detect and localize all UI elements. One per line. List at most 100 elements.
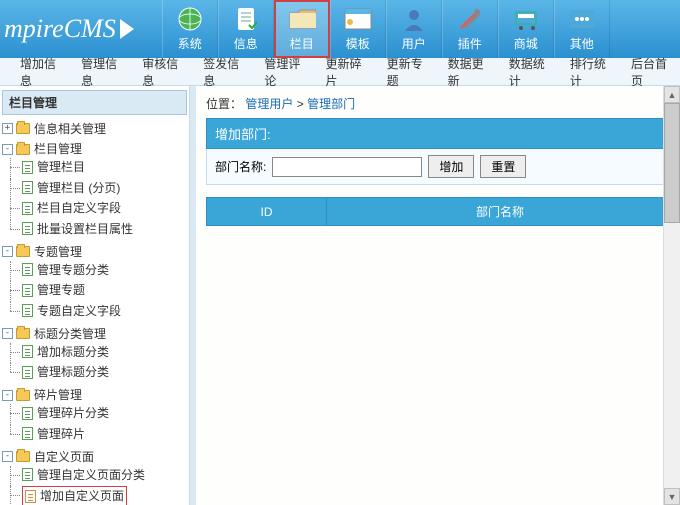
subnav-link[interactable]: 更新碎片 bbox=[325, 55, 362, 89]
folder-icon bbox=[16, 328, 30, 339]
toggle-icon[interactable]: + bbox=[2, 123, 13, 134]
doc-icon bbox=[22, 366, 33, 379]
tree-node[interactable]: 管理栏目 bbox=[22, 158, 85, 176]
add-button[interactable]: 增加 bbox=[428, 155, 474, 178]
main-area: 栏目管理 +信息相关管理 -栏目管理管理栏目管理栏目 (分页) 栏目自定义字段批量设… bbox=[0, 86, 680, 505]
subnav-link[interactable]: 审核信息 bbox=[142, 55, 179, 89]
toggle-icon[interactable]: - bbox=[2, 451, 13, 462]
content-pane: 位置： 管理用户 > 管理部门 增加部门: 部门名称: 增加 重置 ID 部门名… bbox=[196, 86, 680, 505]
form-label: 部门名称: bbox=[215, 158, 266, 175]
subnav-link[interactable]: 签发信息 bbox=[203, 55, 240, 89]
tree-node[interactable]: 管理专题 bbox=[22, 281, 85, 299]
doc-icon bbox=[22, 345, 33, 358]
user-icon bbox=[400, 7, 428, 31]
breadcrumb-prefix: 位置： bbox=[206, 97, 242, 111]
tree-title: 栏目管理 bbox=[2, 90, 187, 115]
subnav-link[interactable]: 后台首页 bbox=[631, 55, 668, 89]
subnav-link[interactable]: 管理信息 bbox=[81, 55, 118, 89]
breadcrumb: 位置： 管理用户 > 管理部门 bbox=[206, 92, 674, 118]
logo-arrow-icon bbox=[120, 19, 134, 39]
tree-node[interactable]: -栏目管理 bbox=[2, 140, 82, 158]
nav-item-more[interactable]: 其他 bbox=[554, 0, 610, 58]
tree-node[interactable]: 专题自定义字段 bbox=[22, 302, 121, 320]
nav-item-window[interactable]: 模板 bbox=[330, 0, 386, 58]
tree-node[interactable]: +信息相关管理 bbox=[2, 120, 106, 138]
tree: +信息相关管理 -栏目管理管理栏目管理栏目 (分页) 栏目自定义字段批量设置栏目属性… bbox=[2, 117, 187, 505]
vertical-scrollbar[interactable]: ▲ ▼ bbox=[663, 86, 680, 505]
tree-node[interactable]: -自定义页面 bbox=[2, 448, 94, 466]
tree-node[interactable]: -碎片管理 bbox=[2, 386, 82, 404]
toggle-icon[interactable]: - bbox=[2, 246, 13, 257]
breadcrumb-link-users[interactable]: 管理用户 bbox=[245, 97, 293, 111]
doc-icon bbox=[22, 304, 33, 317]
nav-item-cart[interactable]: 商城 bbox=[498, 0, 554, 58]
globe-icon bbox=[176, 7, 204, 31]
folder-icon bbox=[288, 7, 316, 31]
doc-icon bbox=[22, 263, 33, 276]
folder-icon bbox=[16, 144, 30, 155]
tree-node[interactable]: 栏目自定义字段 bbox=[22, 199, 121, 217]
doc-icon bbox=[232, 7, 260, 31]
main-nav: 系统信息栏目模板用户插件商城其他 bbox=[162, 0, 610, 58]
doc-icon bbox=[22, 284, 33, 297]
toggle-icon[interactable]: - bbox=[2, 328, 13, 339]
doc-icon bbox=[22, 202, 33, 215]
folder-icon bbox=[16, 246, 30, 257]
folder-icon bbox=[16, 390, 30, 401]
subnav-link[interactable]: 数据更新 bbox=[448, 55, 485, 89]
subnav-link[interactable]: 增加信息 bbox=[20, 55, 57, 89]
panel-header: 增加部门: bbox=[206, 118, 674, 149]
cart-icon bbox=[512, 7, 540, 31]
doc-icon bbox=[22, 161, 33, 174]
sidebar: 栏目管理 +信息相关管理 -栏目管理管理栏目管理栏目 (分页) 栏目自定义字段批量设… bbox=[0, 86, 190, 505]
subnav-link[interactable]: 管理评论 bbox=[264, 55, 301, 89]
toggle-icon[interactable]: - bbox=[2, 144, 13, 155]
tree-node[interactable]: 管理碎片 bbox=[22, 425, 85, 443]
form-row: 部门名称: 增加 重置 bbox=[206, 149, 674, 185]
scrollbar-thumb[interactable] bbox=[664, 103, 680, 223]
nav-item-folder[interactable]: 栏目 bbox=[274, 0, 330, 58]
tree-node[interactable]: 管理碎片分类 bbox=[22, 404, 109, 422]
nav-item-user[interactable]: 用户 bbox=[386, 0, 442, 58]
more-icon bbox=[568, 7, 596, 31]
doc-icon bbox=[22, 407, 33, 420]
nav-item-globe[interactable]: 系统 bbox=[162, 0, 218, 58]
dept-name-input[interactable] bbox=[272, 157, 422, 177]
scroll-down-button[interactable]: ▼ bbox=[664, 488, 680, 505]
nav-item-tools[interactable]: 插件 bbox=[442, 0, 498, 58]
doc-icon bbox=[22, 181, 33, 194]
doc-icon bbox=[22, 468, 33, 481]
tree-node[interactable]: -专题管理 bbox=[2, 243, 82, 261]
folder-icon bbox=[16, 123, 30, 134]
tools-icon bbox=[456, 7, 484, 31]
tree-node[interactable]: 管理栏目 (分页) bbox=[22, 179, 120, 197]
dept-table: ID 部门名称 bbox=[206, 197, 674, 226]
top-bar: mpireCMS 系统信息栏目模板用户插件商城其他 bbox=[0, 0, 680, 58]
tree-node[interactable]: 管理标题分类 bbox=[22, 363, 109, 381]
tree-node[interactable]: 增加标题分类 bbox=[22, 343, 109, 361]
reset-button[interactable]: 重置 bbox=[480, 155, 526, 178]
logo-text: mpireCMS bbox=[4, 14, 116, 44]
tree-node[interactable]: 管理自定义页面分类 bbox=[22, 466, 145, 484]
window-icon bbox=[344, 7, 372, 31]
tree-node[interactable]: 批量设置栏目属性 bbox=[22, 220, 133, 238]
doc-icon bbox=[22, 222, 33, 235]
th-name: 部门名称 bbox=[327, 198, 674, 226]
subnav-link[interactable]: 更新专题 bbox=[387, 55, 424, 89]
toggle-icon[interactable]: - bbox=[2, 390, 13, 401]
logo: mpireCMS bbox=[0, 14, 142, 44]
subnav-link[interactable]: 数据统计 bbox=[509, 55, 546, 89]
sub-nav: 增加信息管理信息审核信息签发信息管理评论更新碎片更新专题数据更新数据统计排行统计… bbox=[0, 58, 680, 86]
nav-item-doc[interactable]: 信息 bbox=[218, 0, 274, 58]
doc-icon bbox=[22, 427, 33, 440]
tree-node[interactable]: -标题分类管理 bbox=[2, 325, 106, 343]
breadcrumb-link-dept[interactable]: 管理部门 bbox=[307, 97, 355, 111]
scrollbar-track[interactable] bbox=[664, 103, 680, 488]
folder-icon bbox=[16, 451, 30, 462]
subnav-link[interactable]: 排行统计 bbox=[570, 55, 607, 89]
th-id: ID bbox=[207, 198, 327, 226]
doc-icon bbox=[25, 490, 36, 503]
tree-node[interactable]: 管理专题分类 bbox=[22, 261, 109, 279]
tree-node[interactable]: 增加自定义页面 bbox=[22, 486, 127, 505]
scroll-up-button[interactable]: ▲ bbox=[664, 86, 680, 103]
